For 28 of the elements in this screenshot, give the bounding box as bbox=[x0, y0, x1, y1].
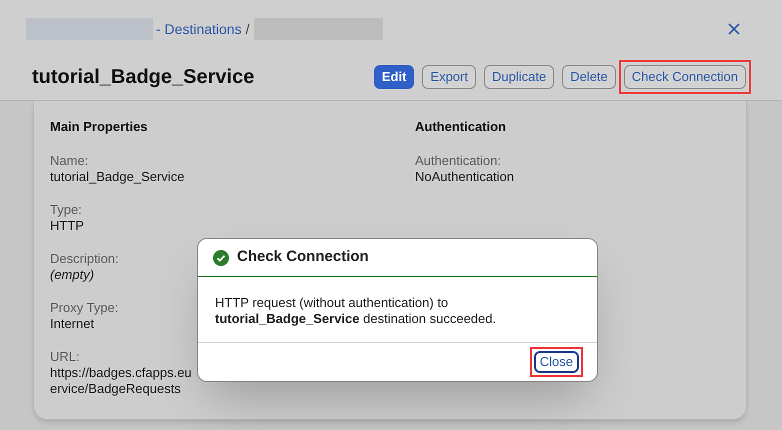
field-value: tutorial_Badge_Service bbox=[50, 168, 184, 184]
dialog-message: HTTP request (without authentication) to tutorial_Badge_Service destination succeeded. bbox=[215, 295, 498, 327]
field-value: ervice/BadgeRequests bbox=[50, 380, 181, 396]
field-value: (empty) bbox=[50, 266, 94, 282]
field-label: Description: bbox=[50, 250, 119, 266]
field-value: NoAuthentication bbox=[415, 168, 514, 184]
breadcrumb-link[interactable]: - Destinations bbox=[156, 18, 242, 40]
field-label: Proxy Type: bbox=[50, 300, 118, 316]
section-title: Authentication bbox=[415, 118, 507, 136]
action-button[interactable]: Edit bbox=[374, 65, 414, 89]
close-icon[interactable] bbox=[728, 23, 740, 35]
action-button[interactable]: Duplicate bbox=[484, 65, 554, 89]
action-button[interactable]: Export bbox=[422, 65, 476, 89]
dialog-title: Check Connection bbox=[237, 247, 369, 268]
success-check-icon bbox=[213, 250, 229, 266]
field-label: URL: bbox=[50, 348, 80, 364]
field-label: Name: bbox=[50, 152, 88, 168]
field-value: Internet bbox=[50, 316, 94, 332]
breadcrumb-separator: / bbox=[246, 20, 250, 38]
destination-title: tutorial_Badge_Service bbox=[32, 65, 254, 90]
field-label: Authentication: bbox=[415, 152, 502, 168]
action-button[interactable]: Check Connection bbox=[624, 65, 746, 89]
field-value: HTTP bbox=[50, 218, 84, 234]
field-label: Type: bbox=[50, 202, 82, 218]
close-button[interactable]: Close bbox=[534, 351, 579, 373]
section-title: Main Properties bbox=[50, 118, 149, 136]
field-value: https://badges.cfapps.eu bbox=[50, 364, 192, 380]
action-button[interactable]: Delete bbox=[562, 65, 616, 89]
